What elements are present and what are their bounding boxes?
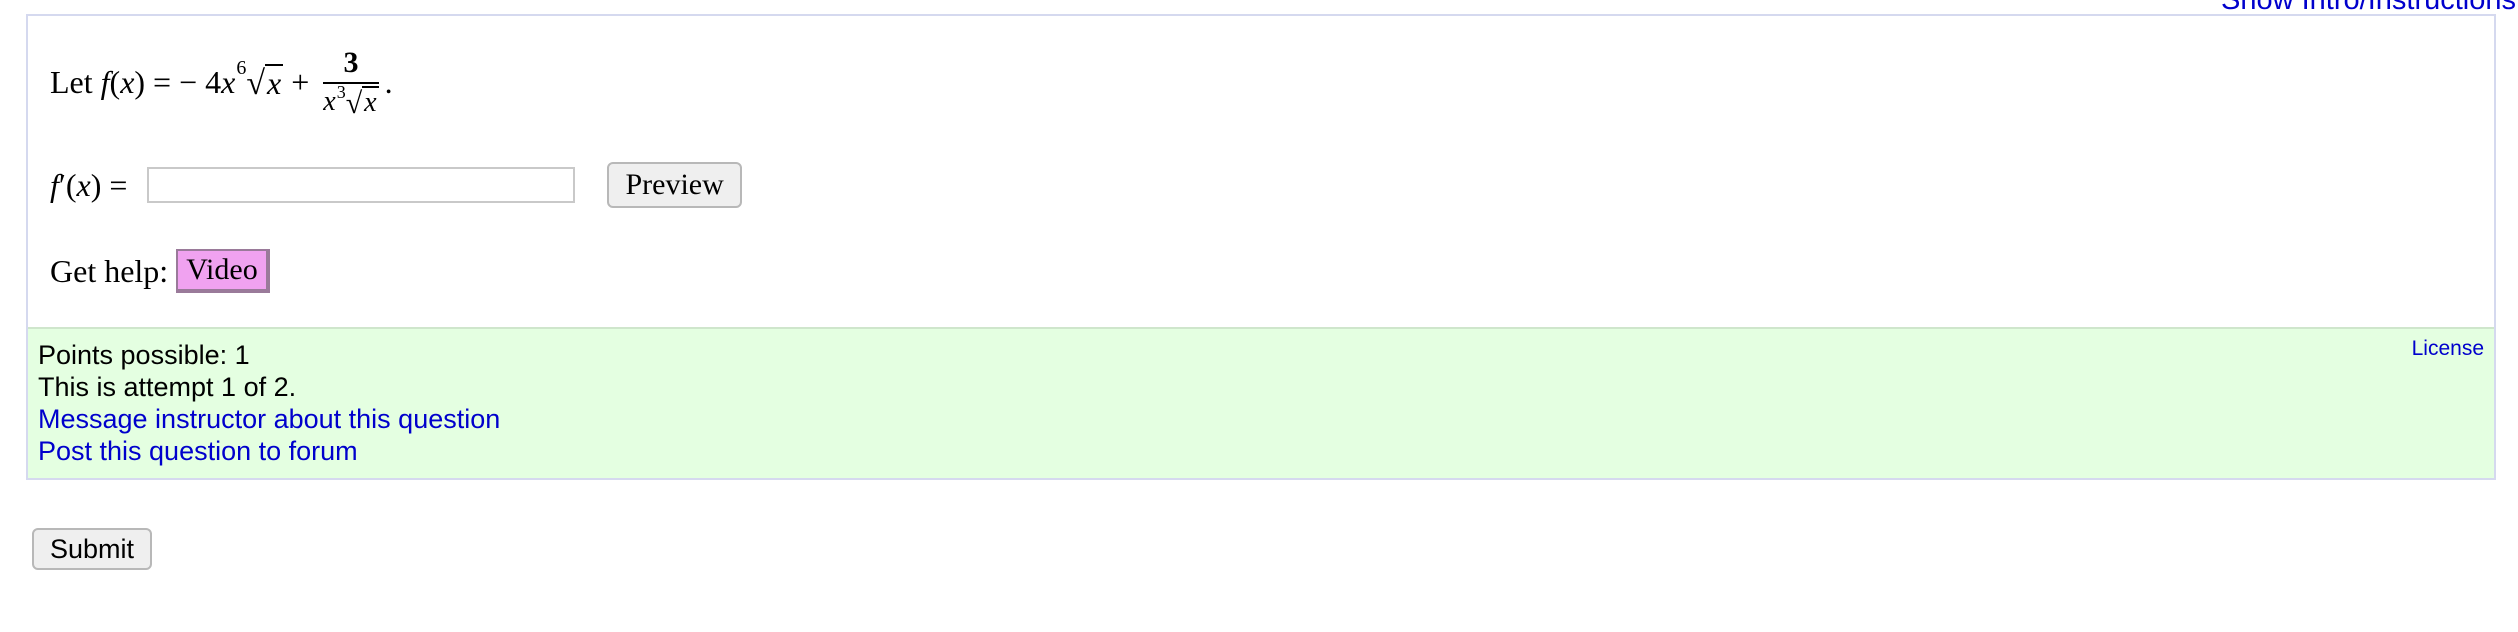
prefix-text: Let [50, 63, 93, 100]
question-box: Let f(x) = − 4 x6 √ x + 3 x3 √ x . f′(x) = [26, 14, 2496, 480]
points-possible: Points possible: 1 [38, 340, 250, 370]
function-name: f [100, 63, 110, 100]
denominator-sqrt: √ x [345, 86, 379, 120]
question-info-panel: Points possible: 1 This is attempt 1 of … [28, 327, 2494, 478]
fraction: 3 x3 √ x [323, 46, 379, 120]
answer-func: f [50, 166, 59, 203]
question-body: Let f(x) = − 4 x6 √ x + 3 x3 √ x . f′(x) = [28, 16, 2494, 333]
answer-prime: ′ [58, 166, 66, 203]
answer-row: f′(x) = Preview [50, 162, 742, 208]
submit-button[interactable]: Submit [32, 528, 153, 570]
license-link[interactable]: License [2412, 337, 2484, 361]
preview-button[interactable]: Preview [607, 162, 742, 208]
term1-variable: x [221, 63, 236, 100]
function-definition: Let f(x) = − 4 x6 √ x + 3 x3 √ x . [50, 46, 393, 120]
denominator-exponent: 3 [336, 81, 346, 102]
attempt-info: This is attempt 1 of 2. [38, 372, 297, 402]
answer-label: f′(x) = [50, 166, 128, 203]
message-instructor-link[interactable]: Message instructor about this question [38, 404, 500, 434]
answer-variable: x [76, 166, 91, 203]
denominator-variable: x [323, 86, 336, 118]
help-row: Get help: Video [50, 249, 270, 293]
coefficient: − 4 [179, 63, 222, 100]
video-help-button[interactable]: Video [176, 249, 270, 293]
help-label: Get help: [50, 252, 169, 289]
denominator-radicand: x [362, 86, 379, 118]
plus-sign: + [291, 63, 310, 100]
answer-input[interactable] [147, 167, 576, 203]
term1-exponent: 6 [236, 56, 247, 79]
sqrt-symbol: √ x [246, 63, 284, 102]
fraction-numerator: 3 [343, 46, 359, 79]
variable: x [120, 63, 135, 100]
post-to-forum-link[interactable]: Post this question to forum [38, 436, 358, 466]
fraction-denominator: x3 √ x [323, 81, 379, 120]
sqrt-radicand: x [265, 63, 284, 101]
